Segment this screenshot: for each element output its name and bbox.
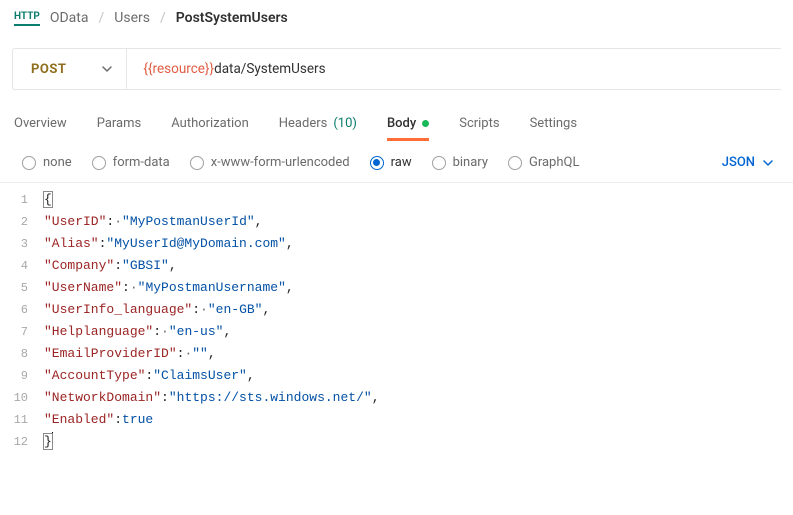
line-code: "UserName":·"MyPostmanUsername", [44, 277, 294, 299]
tab-headers-count: (10) [333, 116, 357, 131]
radio-icon [508, 156, 522, 170]
radio-icon [92, 156, 106, 170]
editor-line[interactable]: 1{ [0, 189, 793, 211]
chevron-down-icon [763, 158, 773, 168]
breadcrumb-part[interactable]: OData [50, 10, 89, 26]
tab-params[interactable]: Params [97, 110, 142, 141]
line-number: 1 [0, 189, 44, 211]
tab-overview[interactable]: Overview [14, 110, 67, 141]
http-badge-icon: HTTP [14, 11, 40, 26]
breadcrumb: HTTP OData / Users / PostSystemUsers [0, 0, 793, 40]
line-code: "Helplanguage":·"en-us", [44, 321, 231, 343]
line-number: 3 [0, 233, 44, 255]
url-text: data/SystemUsers [214, 61, 326, 77]
body-language-select[interactable]: JSON [722, 155, 779, 170]
tab-scripts[interactable]: Scripts [459, 110, 499, 141]
editor-line[interactable]: 7"Helplanguage":·"en-us", [0, 321, 793, 343]
line-number: 8 [0, 343, 44, 365]
line-code: "UserID":·"MyPostmanUserId", [44, 211, 262, 233]
code-editor[interactable]: 1{2"UserID":·"MyPostmanUserId",3"Alias":… [0, 183, 793, 453]
radio-icon [22, 156, 36, 170]
body-language-label: JSON [722, 155, 755, 170]
editor-line[interactable]: 9"AccountType":"ClaimsUser", [0, 365, 793, 387]
body-type-xwww[interactable]: x-www-form-urlencoded [190, 155, 350, 170]
line-number: 10 [0, 387, 44, 409]
line-code: "EmailProviderID":·"", [44, 343, 216, 365]
line-code: "Company":"GBSI", [44, 255, 177, 277]
body-type-row: none form-data x-www-form-urlencoded raw… [0, 145, 793, 183]
radio-icon [190, 156, 204, 170]
editor-line[interactable]: 4"Company":"GBSI", [0, 255, 793, 277]
method-select[interactable]: POST [13, 62, 126, 77]
line-number: 4 [0, 255, 44, 277]
tab-headers[interactable]: Headers (10) [279, 110, 357, 141]
chevron-down-icon [102, 64, 112, 74]
body-type-none[interactable]: none [22, 155, 72, 170]
body-type-formdata[interactable]: form-data [92, 155, 170, 170]
line-code: "Enabled":true [44, 409, 153, 431]
line-number: 5 [0, 277, 44, 299]
editor-line[interactable]: 12} [0, 431, 793, 453]
line-number: 11 [0, 409, 44, 431]
line-code: } [44, 431, 53, 453]
request-tabs: Overview Params Authorization Headers (1… [0, 98, 793, 145]
radio-checked-icon [370, 156, 384, 170]
breadcrumb-sep: / [98, 10, 104, 26]
body-type-raw[interactable]: raw [370, 155, 412, 170]
tab-body[interactable]: Body [387, 110, 429, 141]
tab-settings[interactable]: Settings [530, 110, 577, 141]
line-number: 9 [0, 365, 44, 387]
line-number: 2 [0, 211, 44, 233]
editor-line[interactable]: 5"UserName":·"MyPostmanUsername", [0, 277, 793, 299]
body-type-graphql[interactable]: GraphQL [508, 155, 579, 170]
editor-line[interactable]: 8"EmailProviderID":·"", [0, 343, 793, 365]
editor-line[interactable]: 11"Enabled":true [0, 409, 793, 431]
breadcrumb-current: PostSystemUsers [176, 10, 288, 26]
breadcrumb-part[interactable]: Users [114, 10, 150, 26]
radio-icon [432, 156, 446, 170]
line-number: 7 [0, 321, 44, 343]
method-label: POST [31, 62, 66, 77]
line-code: "AccountType":"ClaimsUser", [44, 365, 255, 387]
url-variable: {{resource}} [143, 61, 214, 77]
editor-line[interactable]: 2"UserID":·"MyPostmanUserId", [0, 211, 793, 233]
modified-dot-icon [422, 120, 429, 127]
body-type-binary[interactable]: binary [432, 155, 488, 170]
editor-line[interactable]: 3"Alias":"MyUserId@MyDomain.com", [0, 233, 793, 255]
tab-authorization[interactable]: Authorization [171, 110, 249, 141]
tab-headers-label: Headers [279, 116, 328, 131]
editor-line[interactable]: 10"NetworkDomain":"https://sts.windows.n… [0, 387, 793, 409]
request-row: POST {{resource}}data/SystemUsers [12, 48, 781, 90]
line-code: "NetworkDomain":"https://sts.windows.net… [44, 387, 380, 409]
line-code: "Alias":"MyUserId@MyDomain.com", [44, 233, 294, 255]
line-code: { [44, 189, 52, 211]
line-code: "UserInfo_language":·"en-GB", [44, 299, 270, 321]
tab-body-label: Body [387, 116, 416, 131]
url-input[interactable]: {{resource}}data/SystemUsers [127, 61, 781, 77]
line-number: 6 [0, 299, 44, 321]
breadcrumb-sep: / [160, 10, 166, 26]
line-number: 12 [0, 431, 44, 453]
editor-line[interactable]: 6"UserInfo_language":·"en-GB", [0, 299, 793, 321]
